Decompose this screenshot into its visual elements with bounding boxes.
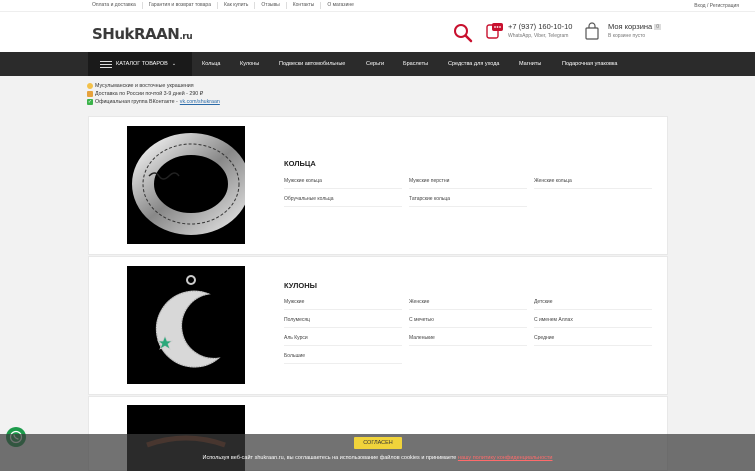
sub-rings-women[interactable]: Женские кольца	[534, 178, 652, 189]
ring-image-graphic	[132, 133, 250, 235]
info-line-vk: Официальная группа ВКонтакте -	[95, 99, 178, 105]
catalog-button[interactable]: КАТАЛОГ ТОВАРОВ ⌄	[88, 52, 192, 76]
login-link[interactable]: Вход / Регистрация	[694, 3, 739, 9]
sub-pendants-women[interactable]: Женские	[409, 299, 527, 310]
sub-rings-tatar[interactable]: Татарские кольца	[409, 196, 527, 207]
sub-pendants-mosque[interactable]: С мечетью	[409, 317, 527, 328]
top-link-how-to-buy[interactable]: Как купить	[218, 2, 256, 9]
privacy-policy-link[interactable]: нашу политику конфиденциальности	[458, 455, 553, 461]
phone-icon	[486, 23, 503, 39]
chevron-down-icon: ⌄	[171, 61, 177, 67]
cart-status: В корзине пусто	[608, 33, 646, 39]
info-line-delivery: Доставка по России почтой 3-9 дней - 290…	[95, 91, 204, 97]
nav-item-gift-wrap[interactable]: Подарочная упаковка	[562, 52, 617, 76]
cookie-accept-button[interactable]: СОГЛАСЕН	[354, 437, 402, 449]
nav-item-earrings[interactable]: Серьги	[366, 52, 384, 76]
cart-count-badge: 0	[654, 24, 661, 31]
nav-item-bracelets[interactable]: Браслеты	[403, 52, 428, 76]
sub-pendants-kursi[interactable]: Аль Курси	[284, 335, 402, 346]
info-block: Мусульманские и восточные украшения Дост…	[87, 82, 220, 106]
sub-pendants-kids[interactable]: Детские	[534, 299, 652, 310]
cookie-text: Используя веб-сайт shukraan.ru, вы согла…	[202, 455, 457, 461]
top-bar: Оплата и доставка Гарантия и возврат тов…	[0, 0, 755, 12]
sub-pendants-allah[interactable]: С именем Аллах	[534, 317, 652, 328]
phone-block[interactable]: +7 (937) 160-10-10 WhatsApp, Viber, Tele…	[486, 22, 572, 40]
cart-block[interactable]: Моя корзина 0 В корзине пусто	[584, 22, 661, 40]
top-link-warranty[interactable]: Гарантия и возврат товара	[143, 2, 218, 9]
search-button[interactable]	[448, 20, 478, 46]
sub-pendants-medium[interactable]: Средние	[534, 335, 652, 346]
cookie-banner: СОГЛАСЕН Используя веб-сайт shukraan.ru,…	[0, 434, 755, 471]
nav-item-care[interactable]: Средства для ухода	[448, 52, 499, 76]
info-line-jewelry: Мусульманские и восточные украшения	[95, 83, 194, 89]
cart-title: Моя корзина	[608, 22, 653, 31]
main-nav: КАТАЛОГ ТОВАРОВ ⌄ Кольца Кулоны Подвески…	[0, 52, 755, 76]
site-logo[interactable]: SHukRAAN.ru	[92, 25, 193, 43]
sub-pendants-crescent[interactable]: Полумесяц	[284, 317, 402, 328]
search-icon	[454, 24, 473, 43]
category-title-rings[interactable]: КОЛЬЦА	[284, 159, 316, 168]
nav-item-car-pendants[interactable]: Подвески автомобильные	[279, 52, 345, 76]
rings-image[interactable]	[127, 126, 250, 244]
logo-suffix: .ru	[179, 32, 193, 42]
nav-item-pendants[interactable]: Кулоны	[240, 52, 259, 76]
vk-link[interactable]: vk.com/shukraan	[180, 98, 220, 106]
catalog-label: КАТАЛОГ ТОВАРОВ	[116, 61, 168, 67]
nav-item-rings[interactable]: Кольца	[202, 52, 220, 76]
phone-number[interactable]: +7 (937) 160-10-10	[508, 22, 572, 31]
delivery-icon	[87, 91, 93, 97]
crescent-image-graphic	[155, 275, 221, 368]
header: SHukRAAN.ru +7 (937) 160-10-10 WhatsApp,…	[0, 12, 755, 52]
nav-item-magnets[interactable]: Магниты	[519, 52, 541, 76]
sub-pendants-small[interactable]: Маленькие	[409, 335, 527, 346]
top-link-contacts[interactable]: Контакты	[287, 2, 322, 9]
check-icon: ✓	[87, 99, 93, 105]
sub-rings-men[interactable]: Мужские кольца	[284, 178, 402, 189]
pendants-image[interactable]	[127, 266, 245, 384]
sub-pendants-men[interactable]: Мужские	[284, 299, 402, 310]
top-link-payment[interactable]: Оплата и доставка	[90, 2, 143, 9]
phone-messengers: WhatsApp, Viber, Telegram	[508, 33, 569, 39]
sub-rings-wedding[interactable]: Обручальные кольца	[284, 196, 402, 207]
top-link-about[interactable]: О магазине	[321, 2, 360, 9]
top-link-reviews[interactable]: Отзывы	[255, 2, 287, 9]
menu-icon	[100, 60, 112, 68]
cookie-message: Используя веб-сайт shukraan.ru, вы согла…	[0, 455, 755, 461]
sub-pendants-large[interactable]: Большие	[284, 353, 402, 364]
category-card-pendants: КУЛОНЫ Мужские Женские Детские Полумесяц…	[88, 256, 668, 395]
shopping-bag-icon	[585, 22, 599, 40]
sun-icon	[87, 83, 93, 89]
category-card-rings: КОЛЬЦА Мужские кольца Мужские перстни Же…	[88, 116, 668, 255]
logo-main: SHukRAAN	[92, 25, 180, 43]
top-links: Оплата и доставка Гарантия и возврат тов…	[90, 2, 360, 9]
sub-rings-men-signet[interactable]: Мужские перстни	[409, 178, 527, 189]
category-title-pendants[interactable]: КУЛОНЫ	[284, 281, 317, 290]
